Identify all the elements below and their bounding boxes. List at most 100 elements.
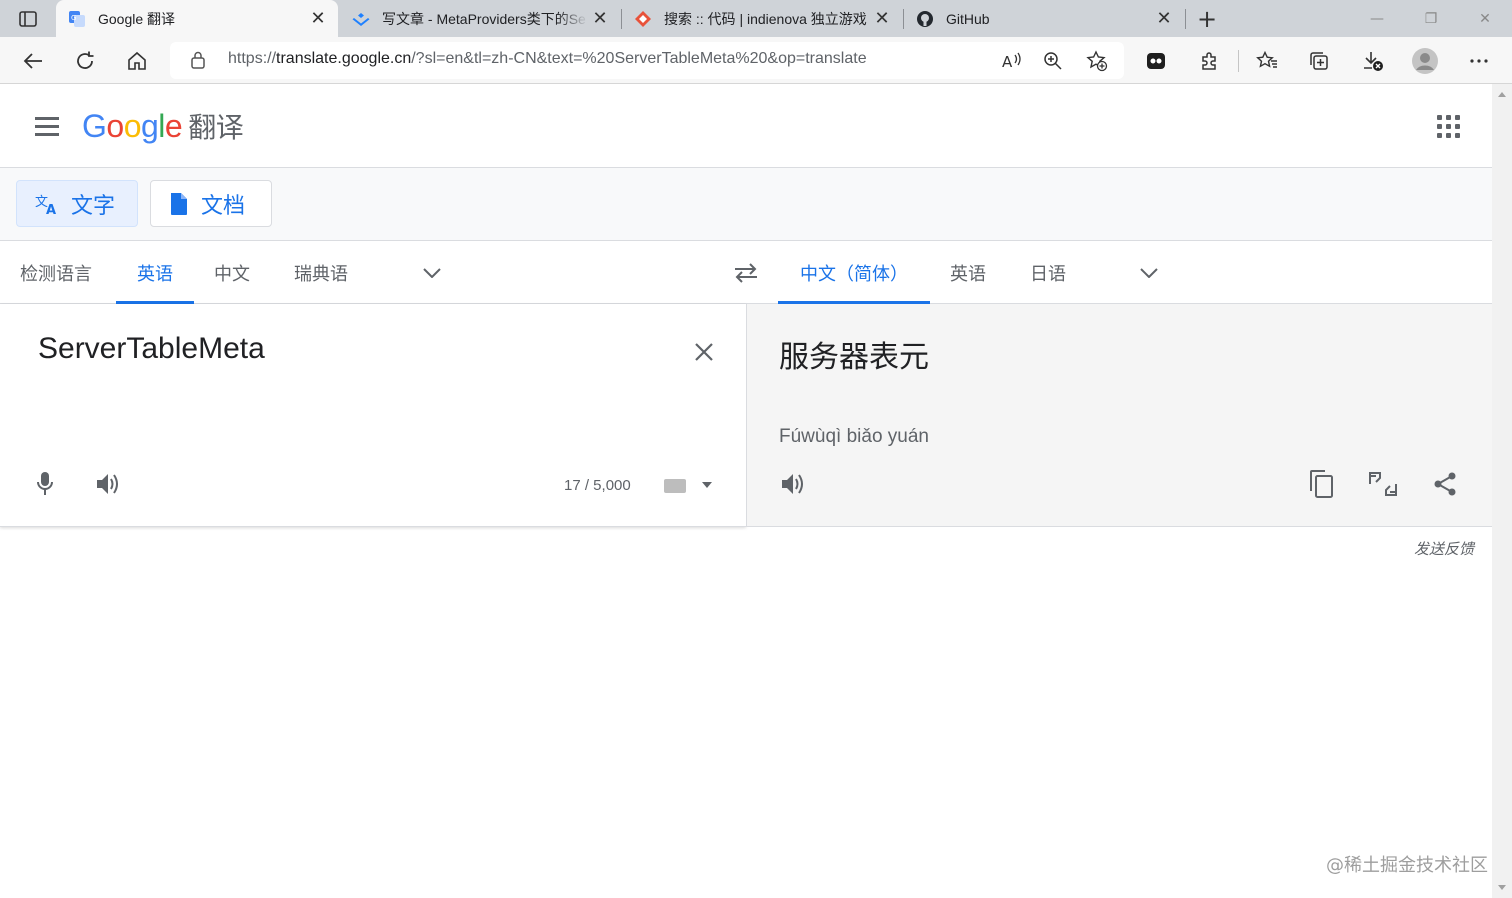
- google-logo-text: Google: [82, 108, 183, 144]
- tab-juejin[interactable]: 写文章 - MetaProviders类下的Se ✕: [340, 0, 620, 37]
- speaker-icon: [782, 474, 803, 494]
- avatar-icon: [1412, 48, 1438, 74]
- voice-input-button[interactable]: [27, 466, 63, 502]
- svg-text:G: G: [71, 14, 76, 22]
- close-tab-icon[interactable]: ✕: [870, 7, 894, 31]
- tab-github[interactable]: GitHub ✕: [904, 0, 1184, 37]
- language-bar: 检测语言 英语 中文 瑞典语 中文（简体） 英语 日语: [0, 241, 1492, 304]
- keyboard-icon[interactable]: [664, 479, 686, 493]
- tab-title: 搜索 :: 代码 | indienova 独立游戏: [664, 10, 867, 27]
- main-menu-button[interactable]: [30, 110, 64, 142]
- source-text-input[interactable]: ServerTableMeta: [38, 332, 265, 366]
- github-icon: [916, 10, 934, 28]
- swap-arrows-icon: [735, 263, 757, 283]
- scroll-up-arrow-icon[interactable]: [1498, 92, 1506, 97]
- extensions-button[interactable]: [1192, 44, 1226, 78]
- read-aloud-icon[interactable]: A: [999, 48, 1025, 74]
- toolbar-separator: [1238, 50, 1239, 72]
- share-icon: [1434, 472, 1456, 496]
- source-lang-more-button[interactable]: [416, 257, 448, 289]
- logo-suffix: 翻译: [188, 111, 244, 144]
- chevron-down-icon: [1140, 268, 1158, 278]
- source-lang-english[interactable]: 英语: [116, 241, 194, 304]
- scroll-down-arrow-icon[interactable]: [1498, 885, 1506, 890]
- hamburger-icon: [35, 116, 59, 120]
- copy-translation-button[interactable]: [1303, 466, 1339, 502]
- target-lang-chinese-simplified[interactable]: 中文（简体）: [778, 241, 930, 304]
- refresh-icon: [77, 51, 94, 69]
- character-counter: 17 / 5,000: [564, 477, 631, 494]
- share-translation-button[interactable]: [1427, 466, 1463, 502]
- minimize-button[interactable]: —: [1350, 0, 1404, 37]
- new-tab-button[interactable]: +: [1194, 5, 1220, 33]
- transliteration-text: Fúwùqì biǎo yuán: [779, 426, 929, 447]
- rate-translation-button[interactable]: [1365, 466, 1401, 502]
- lock-icon: [190, 51, 206, 73]
- tab-actions-icon: [19, 11, 37, 27]
- url-text: https://translate.google.cn/?sl=en&tl=zh…: [228, 50, 867, 67]
- google-translate-logo[interactable]: Google 翻译: [82, 106, 244, 146]
- tab-google-translate[interactable]: G Google 翻译 ✕: [56, 0, 338, 37]
- close-tab-icon[interactable]: ✕: [588, 7, 612, 31]
- close-tab-icon[interactable]: ✕: [306, 7, 330, 31]
- microphone-icon: [37, 472, 53, 495]
- downloads-button[interactable]: [1356, 44, 1390, 78]
- source-panel: ServerTableMeta 17 / 5,000: [0, 304, 746, 527]
- page-header: Google 翻译: [0, 84, 1492, 168]
- page-scrollbar[interactable]: [1492, 84, 1512, 898]
- clear-source-button[interactable]: [686, 334, 722, 370]
- close-icon: [695, 343, 713, 361]
- mode-text-button[interactable]: 文A 文字: [16, 180, 138, 227]
- tab-title: GitHub: [946, 10, 990, 27]
- svg-text:A: A: [1002, 53, 1013, 71]
- listen-source-button[interactable]: [90, 466, 126, 502]
- google-apps-button[interactable]: [1432, 110, 1464, 142]
- translate-text-icon: 文A: [35, 192, 59, 216]
- watermark-text: @稀土掘金技术社区: [1326, 855, 1488, 876]
- tab-actions-button[interactable]: [12, 7, 44, 31]
- back-button[interactable]: [16, 44, 50, 78]
- mode-label: 文档: [201, 193, 246, 219]
- add-favorite-icon[interactable]: [1084, 48, 1110, 74]
- translated-text: 服务器表元: [779, 340, 929, 375]
- close-tab-icon[interactable]: ✕: [1152, 7, 1176, 31]
- target-lang-more-button[interactable]: [1133, 257, 1165, 289]
- home-button[interactable]: [120, 44, 154, 78]
- tab-title: 写文章 - MetaProviders类下的Se: [382, 10, 586, 27]
- indienova-icon: [634, 10, 652, 28]
- svg-text:A: A: [46, 203, 56, 216]
- source-lang-detect[interactable]: 检测语言: [20, 241, 92, 304]
- feedback-edit-icon: [1369, 472, 1397, 496]
- swap-languages-button[interactable]: [730, 257, 762, 289]
- speaker-icon: [97, 474, 118, 494]
- more-dots-icon: [1470, 59, 1488, 63]
- target-panel: 服务器表元 Fúwùqì biǎo yuán: [746, 304, 1492, 527]
- back-arrow-icon: [23, 53, 42, 69]
- google-translate-icon: G: [68, 10, 86, 28]
- collections-icon: [1310, 52, 1328, 70]
- address-bar[interactable]: https://translate.google.cn/?sl=en&tl=zh…: [170, 42, 1124, 79]
- home-icon: [128, 51, 146, 70]
- target-lang-english[interactable]: 英语: [950, 241, 986, 304]
- zoom-icon[interactable]: [1040, 48, 1066, 74]
- puzzle-icon: [1202, 52, 1216, 70]
- extension-app-icon: [1147, 53, 1165, 69]
- profile-button[interactable]: [1408, 44, 1442, 78]
- target-lang-japanese[interactable]: 日语: [1030, 241, 1066, 304]
- tab-indienova[interactable]: 搜索 :: 代码 | indienova 独立游戏 ✕: [622, 0, 902, 37]
- tab-strip: G Google 翻译 ✕ 写文章 - MetaProviders类下的Se ✕…: [0, 0, 1512, 37]
- refresh-button[interactable]: [68, 44, 102, 78]
- caret-down-icon[interactable]: [702, 482, 712, 488]
- settings-menu-button[interactable]: [1462, 44, 1496, 78]
- collections-button[interactable]: [1302, 44, 1336, 78]
- listen-translation-button[interactable]: [775, 466, 811, 502]
- source-lang-swedish[interactable]: 瑞典语: [294, 241, 348, 304]
- window-close-button[interactable]: ✕: [1458, 0, 1512, 37]
- mode-document-button[interactable]: 文档: [150, 180, 272, 227]
- favorites-button[interactable]: [1250, 44, 1284, 78]
- send-feedback-link[interactable]: 发送反馈: [1414, 538, 1474, 559]
- download-icon: [1364, 52, 1383, 71]
- extension-button[interactable]: [1139, 44, 1173, 78]
- restore-button[interactable]: ❐: [1404, 0, 1458, 37]
- source-lang-chinese[interactable]: 中文: [214, 241, 250, 304]
